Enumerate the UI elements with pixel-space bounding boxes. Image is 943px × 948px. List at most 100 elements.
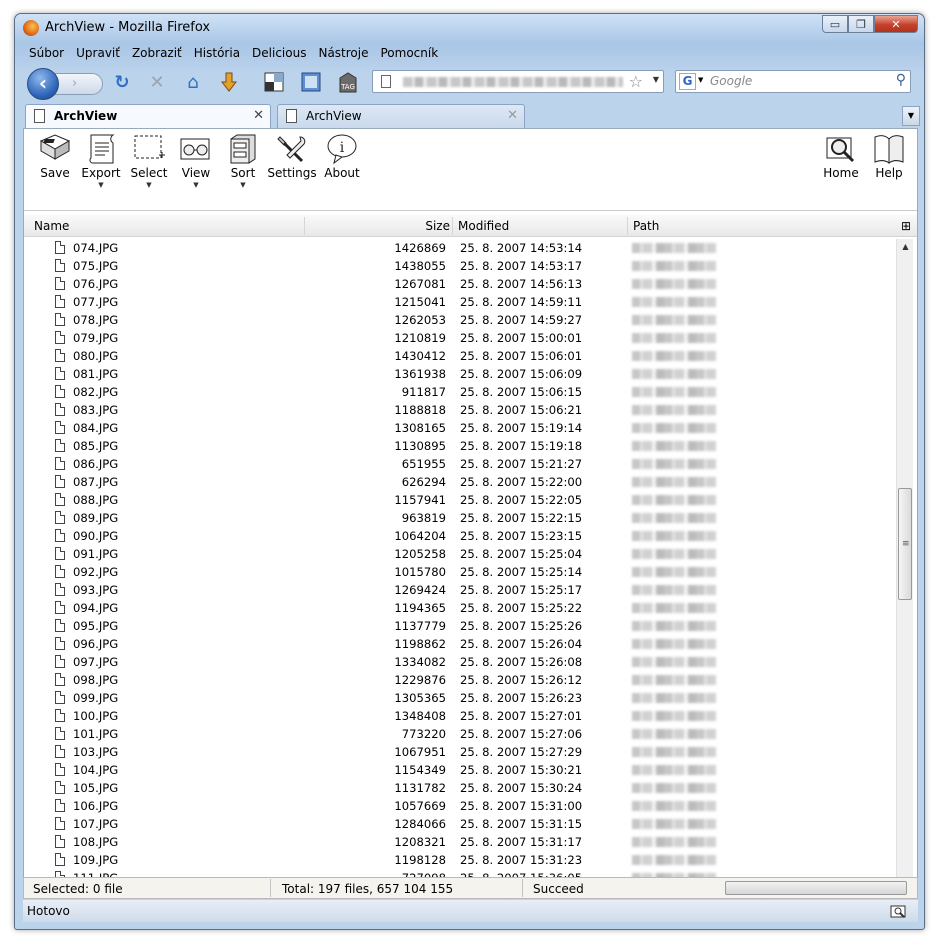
table-row[interactable]: 096.JPG 1198862 25. 8. 2007 15:26:04: [24, 635, 896, 653]
table-row[interactable]: 076.JPG 1267081 25. 8. 2007 14:56:13: [24, 275, 896, 293]
table-row[interactable]: 100.JPG 1348408 25. 8. 2007 15:27:01: [24, 707, 896, 725]
column-path-header[interactable]: Path: [633, 219, 659, 233]
table-row[interactable]: 097.JPG 1334082 25. 8. 2007 15:26:08: [24, 653, 896, 671]
svg-text:i: i: [340, 140, 345, 156]
table-row[interactable]: 104.JPG 1154349 25. 8. 2007 15:30:21: [24, 761, 896, 779]
sort-button[interactable]: Sort ▼: [218, 133, 268, 190]
reload-icon[interactable]: ↻: [111, 72, 133, 94]
menu-file[interactable]: Súbor: [23, 44, 70, 62]
home-icon[interactable]: ⌂: [182, 72, 204, 94]
table-row[interactable]: 099.JPG 1305365 25. 8. 2007 15:26:23: [24, 689, 896, 707]
table-row[interactable]: 088.JPG 1157941 25. 8. 2007 15:22:05: [24, 491, 896, 509]
maximize-button[interactable]: ❐: [848, 15, 874, 33]
table-row[interactable]: 082.JPG 911817 25. 8. 2007 15:06:15: [24, 383, 896, 401]
table-row[interactable]: 107.JPG 1284066 25. 8. 2007 15:31:15: [24, 815, 896, 833]
address-bar[interactable]: ☆ ▼: [372, 70, 664, 93]
column-picker-icon[interactable]: ⊞: [901, 219, 911, 233]
save-button[interactable]: Save: [30, 133, 80, 180]
column-size-header[interactable]: Size: [424, 219, 450, 233]
screen-capture-icon[interactable]: [890, 903, 906, 923]
back-button[interactable]: ‹: [27, 68, 59, 100]
table-row[interactable]: 091.JPG 1205258 25. 8. 2007 15:25:04: [24, 545, 896, 563]
chevron-down-icon[interactable]: ▼: [171, 180, 221, 190]
table-row[interactable]: 084.JPG 1308165 25. 8. 2007 15:19:14: [24, 419, 896, 437]
search-engine-dropdown-icon[interactable]: ▼: [698, 76, 703, 84]
forward-button[interactable]: ›: [55, 73, 103, 95]
export-button[interactable]: Export ▼: [76, 133, 126, 190]
file-name: 086.JPG: [73, 457, 119, 471]
table-row[interactable]: 090.JPG 1064204 25. 8. 2007 15:23:15: [24, 527, 896, 545]
help-button[interactable]: Help: [864, 133, 914, 180]
help-label: Help: [875, 166, 903, 180]
column-name-header[interactable]: Name: [34, 219, 69, 233]
window-capture-icon[interactable]: [300, 72, 322, 94]
table-row[interactable]: 103.JPG 1067951 25. 8. 2007 15:27:29: [24, 743, 896, 761]
table-row[interactable]: 075.JPG 1438055 25. 8. 2007 14:53:17: [24, 257, 896, 275]
search-bar[interactable]: G ▼ Google ⚲: [675, 70, 911, 93]
search-input[interactable]: Google: [710, 74, 752, 88]
table-row[interactable]: 094.JPG 1194365 25. 8. 2007 15:25:22: [24, 599, 896, 617]
table-row[interactable]: 108.JPG 1208321 25. 8. 2007 15:31:17: [24, 833, 896, 851]
file-path-redacted: [632, 639, 716, 649]
minimize-button[interactable]: ▭: [822, 15, 848, 33]
file-icon: [55, 259, 65, 272]
table-row[interactable]: 087.JPG 626294 25. 8. 2007 15:22:00: [24, 473, 896, 491]
table-row[interactable]: 093.JPG 1269424 25. 8. 2007 15:25:17: [24, 581, 896, 599]
table-row[interactable]: 074.JPG 1426869 25. 8. 2007 14:53:14: [24, 239, 896, 257]
file-modified: 25. 8. 2007 15:31:15: [460, 817, 583, 831]
tab-archview-background[interactable]: ArchView ✕: [277, 104, 525, 128]
stop-icon[interactable]: ✕: [146, 72, 168, 94]
vertical-scrollbar[interactable]: ▲ ≡ ▼: [896, 239, 913, 889]
table-row[interactable]: 080.JPG 1430412 25. 8. 2007 15:06:01: [24, 347, 896, 365]
address-dropdown-icon[interactable]: ▼: [653, 75, 659, 84]
search-icon[interactable]: ⚲: [896, 72, 906, 88]
table-row[interactable]: 079.JPG 1210819 25. 8. 2007 15:00:01: [24, 329, 896, 347]
menu-edit[interactable]: Upraviť: [70, 44, 126, 62]
menu-view[interactable]: Zobraziť: [126, 44, 188, 62]
table-row[interactable]: 089.JPG 963819 25. 8. 2007 15:22:15: [24, 509, 896, 527]
settings-button[interactable]: Settings: [267, 133, 317, 180]
select-button[interactable]: Select ▼: [124, 133, 174, 190]
close-tab-icon[interactable]: ✕: [507, 108, 518, 123]
table-row[interactable]: 095.JPG 1137779 25. 8. 2007 15:25:26: [24, 617, 896, 635]
file-path-redacted: [632, 333, 716, 343]
close-tab-icon[interactable]: ✕: [253, 108, 264, 123]
tab-list-button[interactable]: ▼: [902, 106, 920, 126]
column-modified-header[interactable]: Modified: [458, 219, 509, 233]
scrollbar-thumb[interactable]: ≡: [898, 488, 912, 600]
menu-history[interactable]: História: [188, 44, 246, 62]
archview-app: Save Export ▼ Select ▼ View ▼ Sort ▼ Set…: [23, 128, 918, 889]
screenshot-icon[interactable]: [263, 72, 285, 94]
table-row[interactable]: 092.JPG 1015780 25. 8. 2007 15:25:14: [24, 563, 896, 581]
file-name: 094.JPG: [73, 601, 119, 615]
table-row[interactable]: 109.JPG 1198128 25. 8. 2007 15:31:23: [24, 851, 896, 869]
menu-delicious[interactable]: Delicious: [246, 44, 312, 62]
table-row[interactable]: 077.JPG 1215041 25. 8. 2007 14:59:11: [24, 293, 896, 311]
file-icon: [55, 439, 65, 452]
tag-icon[interactable]: TAG: [337, 72, 359, 94]
table-row[interactable]: 078.JPG 1262053 25. 8. 2007 14:59:27: [24, 311, 896, 329]
file-icon: [55, 601, 65, 614]
chevron-down-icon[interactable]: ▼: [124, 180, 174, 190]
chevron-down-icon[interactable]: ▼: [218, 180, 268, 190]
tab-archview-active[interactable]: ArchView ✕: [25, 104, 271, 129]
scroll-up-icon[interactable]: ▲: [897, 239, 914, 255]
table-row[interactable]: 101.JPG 773220 25. 8. 2007 15:27:06: [24, 725, 896, 743]
table-row[interactable]: 098.JPG 1229876 25. 8. 2007 15:26:12: [24, 671, 896, 689]
view-button[interactable]: View ▼: [171, 133, 221, 190]
table-row[interactable]: 083.JPG 1188818 25. 8. 2007 15:06:21: [24, 401, 896, 419]
search-engine-icon[interactable]: G: [679, 73, 696, 90]
menu-help[interactable]: Pomocník: [374, 44, 444, 62]
download-icon[interactable]: [218, 72, 240, 94]
table-row[interactable]: 085.JPG 1130895 25. 8. 2007 15:19:18: [24, 437, 896, 455]
home-button[interactable]: Home: [816, 133, 866, 180]
about-button[interactable]: i About: [317, 133, 367, 180]
menu-tools[interactable]: Nástroje: [312, 44, 374, 62]
chevron-down-icon[interactable]: ▼: [76, 180, 126, 190]
table-row[interactable]: 105.JPG 1131782 25. 8. 2007 15:30:24: [24, 779, 896, 797]
bookmark-star-icon[interactable]: ☆: [629, 72, 643, 91]
table-row[interactable]: 106.JPG 1057669 25. 8. 2007 15:31:00: [24, 797, 896, 815]
close-window-button[interactable]: ✕: [874, 15, 918, 33]
table-row[interactable]: 081.JPG 1361938 25. 8. 2007 15:06:09: [24, 365, 896, 383]
table-row[interactable]: 086.JPG 651955 25. 8. 2007 15:21:27: [24, 455, 896, 473]
